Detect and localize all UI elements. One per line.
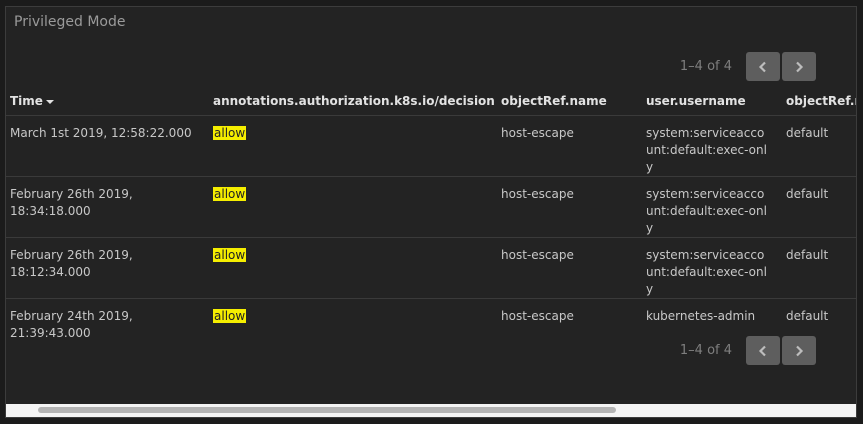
decision-highlight: allow [213, 187, 247, 201]
cell-time: February 24th 2019, 21:39:43.000 [10, 309, 133, 340]
chevron-left-icon [758, 61, 766, 72]
cell-objectref-name: host-escape [497, 176, 642, 238]
horizontal-scrollbar[interactable] [6, 404, 856, 417]
cell-time: February 26th 2019, 18:12:34.000 [6, 237, 209, 299]
table-row[interactable]: February 26th 2019, 18:12:34.000 allow h… [6, 237, 856, 299]
cell-decision: allow [209, 115, 497, 177]
pager-bottom: 1–4 of 4 [680, 336, 816, 365]
username-text: system:serviceaccount:default:exec-only [646, 187, 767, 235]
cell-username: system:serviceaccount:default:exec-only [642, 237, 782, 299]
column-header-username[interactable]: user.username [642, 87, 782, 116]
results-table-container: Time annotations.authorization.k8s.io/de… [6, 87, 856, 344]
cell-decision: allow [209, 299, 497, 344]
chevron-right-icon [796, 61, 804, 72]
cell-namespace: default [782, 176, 856, 238]
column-header-decision[interactable]: annotations.authorization.k8s.io/decisio… [209, 87, 497, 116]
username-text: kubernetes-admin [646, 309, 756, 323]
table-header-row: Time annotations.authorization.k8s.io/de… [6, 87, 856, 116]
cell-objectref-name: host-escape [497, 115, 642, 177]
chevron-left-icon [758, 345, 766, 356]
cell-username: system:serviceaccount:default:exec-only [642, 115, 782, 177]
chevron-right-icon [796, 345, 804, 356]
results-table: Time annotations.authorization.k8s.io/de… [6, 87, 856, 344]
sort-descending-icon [45, 99, 54, 104]
column-header-time[interactable]: Time [6, 87, 209, 116]
column-header-namespace[interactable]: objectRef.namespace [782, 87, 856, 116]
cell-namespace: default [782, 115, 856, 177]
pager-top: 1–4 of 4 [680, 52, 816, 81]
decision-highlight: allow [213, 126, 247, 140]
pager-range-label: 1–4 of 4 [679, 343, 732, 358]
next-page-button[interactable] [782, 52, 816, 81]
cell-username: system:serviceaccount:default:exec-only [642, 176, 782, 238]
cell-decision: allow [209, 176, 497, 238]
panel-title: Privileged Mode [14, 14, 126, 30]
username-text: system:serviceaccount:default:exec-only [646, 248, 767, 296]
previous-page-button[interactable] [746, 52, 780, 81]
previous-page-button[interactable] [746, 336, 780, 365]
next-page-button[interactable] [782, 336, 816, 365]
privileged-mode-panel: Privileged Mode 1–4 of 4 Time annotation… [5, 6, 857, 418]
scrollbar-thumb[interactable] [38, 407, 616, 413]
cell-objectref-name: host-escape [497, 237, 642, 299]
cell-decision: allow [209, 237, 497, 299]
decision-highlight: allow [213, 248, 247, 262]
table-row[interactable]: February 26th 2019, 18:34:18.000 allow h… [6, 176, 856, 238]
pager-range-label: 1–4 of 4 [679, 59, 732, 74]
cell-namespace: default [782, 237, 856, 299]
decision-highlight: allow [213, 309, 247, 323]
cell-time: February 26th 2019, 18:34:18.000 [6, 176, 209, 238]
cell-time: March 1st 2019, 12:58:22.000 [6, 115, 209, 177]
column-header-objectref-name[interactable]: objectRef.name [497, 87, 642, 116]
table-row[interactable]: March 1st 2019, 12:58:22.000 allow host-… [6, 115, 856, 177]
username-text: system:serviceaccount:default:exec-only [646, 126, 767, 174]
cell-objectref-name: host-escape [501, 309, 574, 323]
